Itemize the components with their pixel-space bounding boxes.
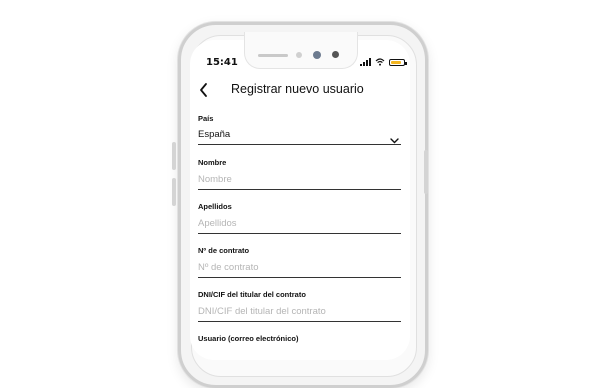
page-title: Registrar nuevo usuario: [231, 82, 364, 96]
volume-up-button: [172, 142, 176, 170]
proximity-sensor: [332, 51, 339, 58]
dni-underline: [198, 321, 401, 322]
user-email-label: Usuario (correo electrónico): [198, 334, 299, 343]
dni-label: DNI/CIF del titular del contrato: [198, 290, 306, 299]
contract-number-input[interactable]: Nº de contrato: [198, 262, 401, 273]
speaker: [258, 54, 288, 57]
name-underline: [198, 189, 401, 190]
country-select[interactable]: País España: [198, 114, 401, 145]
battery-icon: [389, 58, 407, 66]
surname-field[interactable]: Apellidos Apellidos: [198, 202, 401, 234]
country-value: España: [198, 129, 231, 140]
contract-number-label: Nº de contrato: [198, 246, 250, 255]
contract-number-underline: [198, 277, 401, 278]
status-icons: [360, 58, 407, 66]
name-label: Nombre: [198, 158, 227, 167]
sensor-dot: [296, 52, 302, 58]
notch: [244, 32, 358, 69]
country-underline: [198, 144, 401, 145]
back-arrow-icon[interactable]: [198, 82, 210, 98]
name-field[interactable]: Nombre Nombre: [198, 158, 401, 190]
surname-input[interactable]: Apellidos: [198, 218, 401, 229]
front-camera: [313, 51, 321, 59]
chevron-down-icon[interactable]: [390, 130, 399, 144]
status-time: 15:41: [206, 57, 238, 68]
user-email-field[interactable]: Usuario (correo electrónico): [198, 334, 401, 343]
name-input[interactable]: Nombre: [198, 174, 401, 185]
dni-field[interactable]: DNI/CIF del titular del contrato DNI/CIF…: [198, 290, 401, 322]
surname-label: Apellidos: [198, 202, 232, 211]
country-label: País: [198, 114, 214, 123]
volume-down-button: [172, 178, 176, 206]
surname-underline: [198, 233, 401, 234]
wifi-icon: [375, 58, 385, 66]
contract-number-field[interactable]: Nº de contrato Nº de contrato: [198, 246, 401, 278]
power-button: [424, 150, 428, 194]
dni-input[interactable]: DNI/CIF del titular del contrato: [198, 306, 401, 317]
signal-icon: [360, 58, 371, 66]
